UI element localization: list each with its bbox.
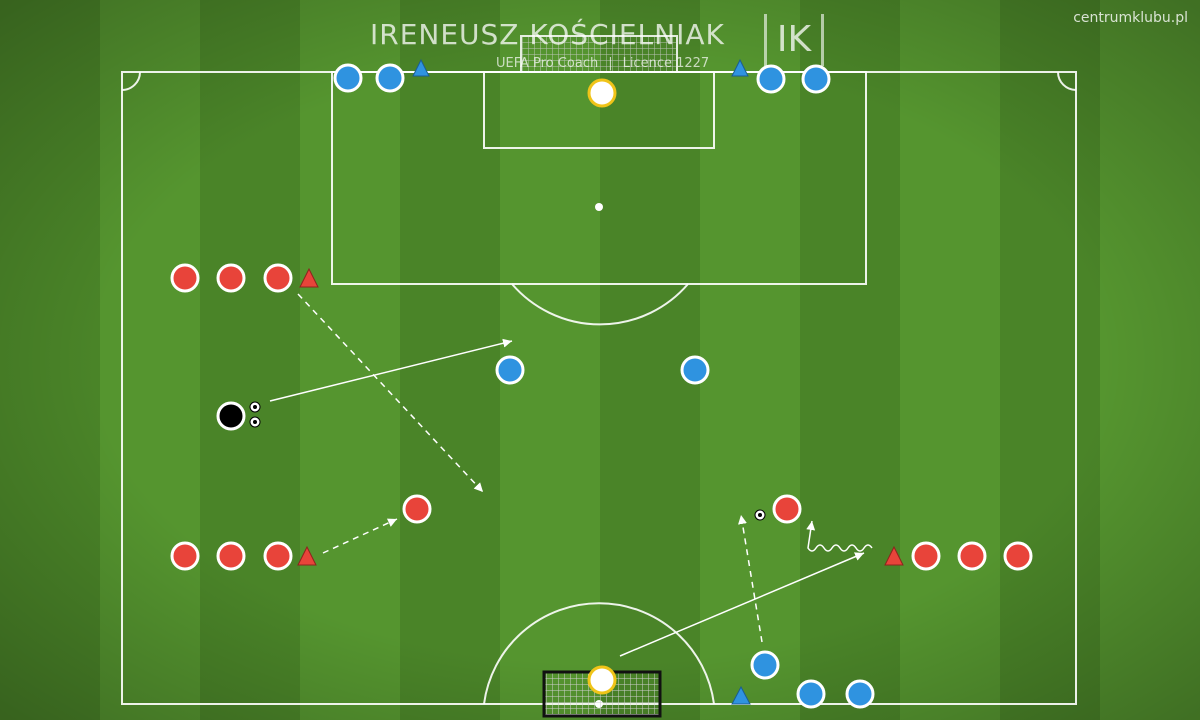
grass-stripes	[0, 0, 1200, 720]
goalkeeper-bottom[interactable]	[587, 665, 617, 695]
penalty-spot	[595, 203, 603, 211]
ball-icon[interactable]	[249, 416, 261, 428]
red-player[interactable]	[1003, 541, 1033, 571]
coach-credentials: UEFA Pro Coach | Licence 1227	[496, 56, 709, 71]
coach-name: IRENEUSZ KOŚCIELNIAK	[370, 18, 725, 51]
red-player[interactable]	[772, 494, 802, 524]
red-player[interactable]	[402, 494, 432, 524]
pitch-svg	[0, 0, 1200, 720]
red-player[interactable]	[216, 263, 246, 293]
blue-player[interactable]	[333, 63, 363, 93]
red-player[interactable]	[216, 541, 246, 571]
red-player[interactable]	[170, 263, 200, 293]
blue-player[interactable]	[756, 64, 786, 94]
red-player[interactable]	[170, 541, 200, 571]
goalkeeper-top[interactable]	[587, 78, 617, 108]
credentials-separator: |	[608, 56, 613, 71]
blue-player[interactable]	[796, 679, 826, 709]
blue-player[interactable]	[375, 63, 405, 93]
blue-player[interactable]	[845, 679, 875, 709]
red-player[interactable]	[263, 541, 293, 571]
site-watermark: centrumklubu.pl	[1073, 10, 1188, 26]
coach-licence: Licence 1227	[622, 56, 710, 71]
ball-icon[interactable]	[249, 401, 261, 413]
ball-icon[interactable]	[754, 509, 766, 521]
coach-role: UEFA Pro Coach	[496, 56, 599, 71]
coach-marker[interactable]	[216, 401, 246, 431]
red-player[interactable]	[911, 541, 941, 571]
red-player[interactable]	[957, 541, 987, 571]
ik-logo: IK	[764, 14, 824, 66]
blue-player[interactable]	[801, 64, 831, 94]
blue-player[interactable]	[750, 650, 780, 680]
red-player[interactable]	[263, 263, 293, 293]
drill-diagram: IRENEUSZ KOŚCIELNIAK UEFA Pro Coach | Lice…	[0, 0, 1200, 720]
blue-player[interactable]	[680, 355, 710, 385]
blue-player[interactable]	[495, 355, 525, 385]
